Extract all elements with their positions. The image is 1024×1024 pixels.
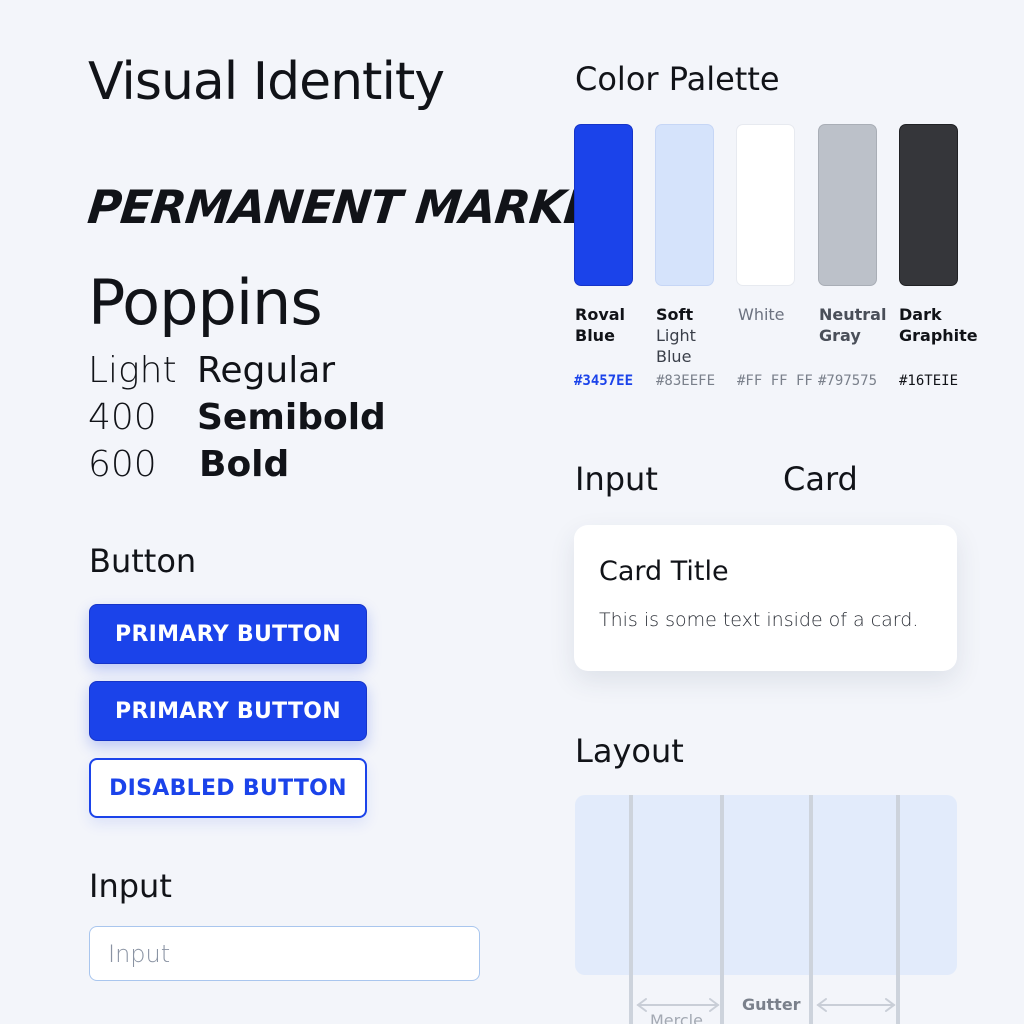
swatch-name-soft-light-blue: Soft Light Blue: [656, 305, 696, 366]
card-component-heading: Card: [783, 460, 858, 498]
swatch-white: [736, 124, 795, 286]
weight-semibold-label: Semibold: [197, 397, 386, 438]
swatch-name-white: White: [738, 305, 785, 324]
swatch-hex-neutral-gray: #797575: [818, 373, 878, 389]
page-title: Visual Identity: [88, 52, 445, 112]
swatch-royal-blue: [574, 124, 633, 286]
weight-bold-label: Bold: [199, 444, 290, 485]
swatch-name-neutral-gray: Neutral Gray: [819, 305, 887, 345]
input-section-label: Input: [89, 867, 172, 905]
color-palette-title: Color Palette: [575, 60, 780, 98]
layout-heading: Layout: [575, 732, 684, 770]
card-body-text: This is some text inside of a card.: [599, 609, 919, 631]
weight-light-label: Light: [88, 350, 177, 391]
swatch-hex-white: #FF FF FF: [737, 373, 813, 389]
body-font-sample: Poppins: [88, 266, 323, 339]
swatch-hex-soft-light-blue: #83EEFE: [656, 373, 716, 389]
swatch-hex-royal-blue: #3457EE: [574, 373, 634, 389]
input-component-heading: Input: [575, 460, 658, 498]
primary-button[interactable]: PRIMARY BUTTON: [89, 604, 367, 664]
swatch-soft-light-blue: [655, 124, 714, 286]
card-title: Card Title: [599, 556, 729, 587]
swatch-name-royal-blue: Roval Blue: [575, 305, 626, 345]
weight-600-label: 600: [88, 444, 157, 485]
button-section-label: Button: [89, 542, 197, 580]
swatch-dark-graphite: [899, 124, 958, 286]
weight-regular-label: Regular: [197, 350, 336, 391]
display-font-sample: Permanent Marker: [85, 180, 632, 234]
swatch-name-dark-graphite: Dark Graphite: [899, 305, 978, 345]
disabled-button[interactable]: DISABLED BUTTON: [89, 758, 367, 818]
swatch-hex-dark-graphite: #16TEIE: [899, 373, 959, 389]
primary-button-hover[interactable]: PRIMARY BUTTON: [89, 681, 367, 741]
swatch-neutral-gray: [818, 124, 877, 286]
weight-400-label: 400: [88, 397, 157, 438]
margin-label: Mercle: [650, 1011, 703, 1024]
gutter-label: Gutter: [742, 995, 801, 1014]
sample-card: Card Title This is some text inside of a…: [574, 525, 957, 671]
sample-input-field[interactable]: Input: [89, 926, 480, 981]
